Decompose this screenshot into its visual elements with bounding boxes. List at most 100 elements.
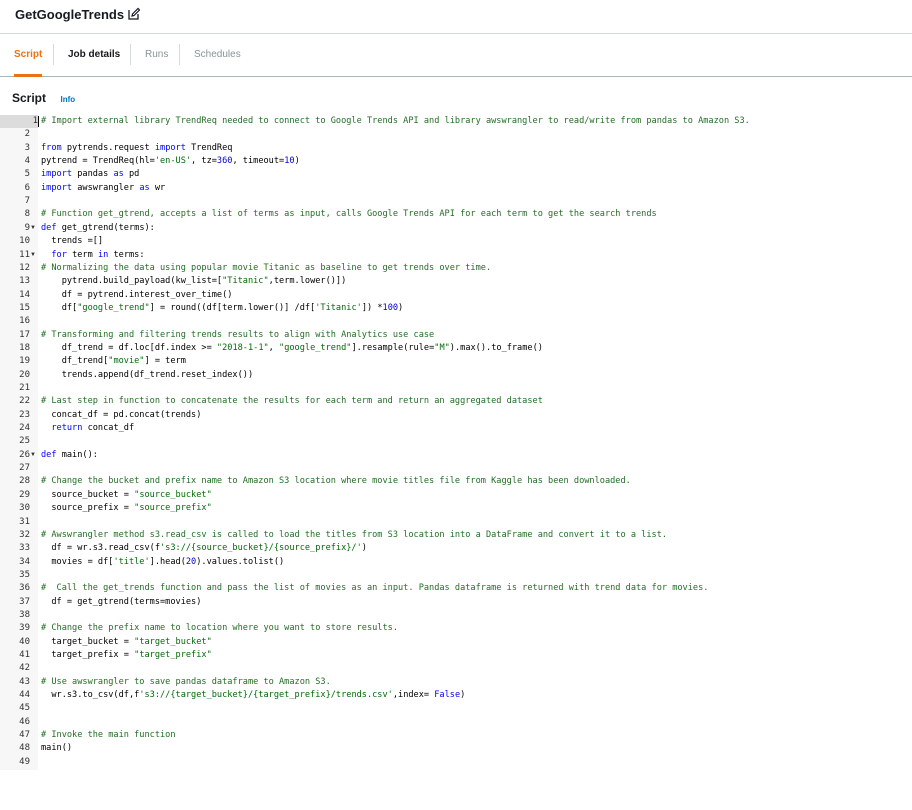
code-text: term: [66, 249, 98, 260]
code-line[interactable]: # Awswrangler method s3.read_csv is call…: [41, 529, 667, 542]
code-line[interactable]: main(): [41, 742, 72, 755]
code-comment: # Use awswrangler to save pandas datafra…: [41, 676, 331, 687]
code-line[interactable]: movies = df['title'].head(20).values.tol…: [41, 556, 284, 569]
code-line[interactable]: import pandas as pd: [41, 168, 139, 181]
fold-toggle-icon[interactable]: ▼: [30, 249, 36, 262]
code-line[interactable]: # Normalizing the data using popular mov…: [41, 262, 491, 275]
code-line[interactable]: df_trend["movie"] = term: [41, 355, 186, 368]
tab-schedules[interactable]: Schedules: [194, 34, 241, 76]
line-number: 22: [19, 396, 30, 407]
code-line[interactable]: wr.s3.to_csv(df,f's3://{target_bucket}/{…: [41, 689, 465, 702]
tab-divider: [179, 44, 180, 65]
code-comment: # Transforming and filtering trends resu…: [41, 329, 435, 340]
code-line[interactable]: trends =[]: [41, 235, 103, 248]
edit-icon[interactable]: [128, 7, 140, 20]
code-comment: # Invoke the main function: [41, 730, 176, 741]
code-line[interactable]: source_bucket = "source_bucket": [41, 489, 211, 502]
code-line[interactable]: df = wr.s3.read_csv(f's3://{source_bucke…: [41, 542, 367, 555]
code-text: pytrend.build_payload(kw_list=[: [41, 276, 223, 287]
code-text: ].head(: [149, 556, 186, 567]
code-line[interactable]: target_prefix = "target_prefix": [41, 649, 212, 662]
line-number: 25: [19, 436, 30, 447]
code-text: df[: [41, 302, 78, 313]
code-line[interactable]: # Function get_gtrend, accepts a list of…: [41, 208, 657, 221]
code-text: pandas: [72, 169, 114, 180]
fold-toggle-icon[interactable]: ▼: [30, 222, 36, 235]
line-number: 15: [19, 302, 30, 313]
code-line[interactable]: # Invoke the main function: [41, 729, 176, 742]
tab-runs[interactable]: Runs: [145, 34, 168, 76]
code-line[interactable]: def main():: [41, 449, 98, 462]
code-text: ): [398, 302, 404, 313]
code-line[interactable]: return concat_df: [41, 422, 134, 435]
code-text: TrendReq: [185, 142, 233, 153]
code-text: ).max().to_frame(): [449, 342, 543, 353]
code-line[interactable]: trends.append(df_trend.reset_index()): [41, 369, 253, 382]
code-line[interactable]: # Use awswrangler to save pandas datafra…: [41, 676, 331, 689]
line-number: 2: [24, 129, 30, 140]
line-number-gutter: 1 2 3 4 5 6 7 8 9 ▼ 10 11 ▼ 12 13 14 15 16 17 18 19 20 21 22 23 2…: [0, 115, 38, 770]
code-text: ): [361, 543, 367, 554]
line-number: 45: [19, 703, 30, 714]
line-number: 33: [19, 543, 30, 554]
line-number: 26: [19, 449, 30, 460]
tab-job-details[interactable]: Job details: [68, 34, 120, 76]
code-number: 10: [284, 156, 295, 167]
code-keyword: import: [41, 169, 73, 180]
code-line[interactable]: # Call the get_trends function and pass …: [41, 582, 708, 595]
code-line[interactable]: df["google_trend"] = round((df[term.lowe…: [41, 302, 404, 315]
code-text: ).values.tolist(): [196, 556, 285, 567]
code-line[interactable]: for term in terms:: [41, 249, 145, 262]
code-text: df_trend[: [41, 356, 109, 367]
code-line[interactable]: df = get_gtrend(terms=movies): [41, 596, 201, 609]
code-comment: # Normalizing the data using popular mov…: [41, 262, 492, 273]
line-number: 49: [19, 756, 30, 767]
code-text: , tz=: [191, 156, 217, 167]
code-line[interactable]: # Change the bucket and prefix name to A…: [41, 475, 631, 488]
line-number: 4: [24, 156, 30, 167]
code-line[interactable]: df_trend = df.loc[df.index >= "2018-1-1"…: [41, 342, 543, 355]
code-line[interactable]: concat_df = pd.concat(trends): [41, 409, 201, 422]
line-number: 34: [19, 556, 30, 567]
code-line[interactable]: df = pytrend.interest_over_time(): [41, 289, 233, 302]
code-text: trends.append(df_trend.reset_index()): [41, 369, 254, 380]
code-line[interactable]: # Change the prefix name to location whe…: [41, 622, 398, 635]
code-line[interactable]: import awswrangler as wr: [41, 182, 165, 195]
code-line[interactable]: def get_gtrend(terms):: [41, 222, 155, 235]
code-string: "2018-1-1": [216, 342, 269, 353]
info-link[interactable]: Info: [60, 95, 75, 104]
job-title: GetGoogleTrends: [15, 7, 125, 22]
fold-toggle-icon[interactable]: ▼: [30, 449, 36, 462]
code-string: "target_prefix": [134, 650, 212, 660]
code-text: df = pytrend.interest_over_time(): [41, 289, 233, 300]
line-number: 18: [19, 342, 30, 353]
code-line[interactable]: target_bucket = "target_bucket": [41, 636, 212, 649]
line-number: 17: [19, 329, 30, 340]
code-line[interactable]: from pytrends.request import TrendReq: [41, 142, 232, 155]
code-comment: # Function get_gtrend, accepts a list of…: [41, 209, 657, 220]
code-string: 'Titanic': [315, 302, 362, 313]
line-number: 43: [19, 676, 30, 687]
line-number: 23: [19, 409, 30, 420]
code-line[interactable]: # Transforming and filtering trends resu…: [41, 329, 434, 342]
code-text: ] = term: [144, 356, 186, 367]
tab-script[interactable]: Script: [14, 34, 43, 77]
code-line[interactable]: # Last step in function to concatenate t…: [41, 395, 543, 408]
code-line[interactable]: source_prefix = "source_prefix": [41, 502, 211, 515]
code-text: wr.s3.to_csv(df,f: [41, 690, 140, 701]
code-string: "google_trend": [77, 302, 150, 313]
code-text: concat_df = pd.concat(trends): [41, 409, 202, 420]
code-string: "google_trend": [279, 342, 352, 353]
code-editor[interactable]: 1 2 3 4 5 6 7 8 9 ▼ 10 11 ▼ 12 13 14 15 16 17 18 19 20 21 22 23 2…: [0, 115, 912, 770]
code-line[interactable]: pytrend = TrendReq(hl='en-US', tz=360, t…: [41, 155, 300, 168]
code-string: "target_bucket": [134, 636, 212, 647]
code-text: terms:: [108, 249, 145, 260]
code-text: trends =[]: [41, 236, 104, 247]
code-line[interactable]: pytrend.build_payload(kw_list=["Titanic"…: [41, 275, 347, 288]
code-keyword: in: [97, 249, 109, 260]
line-number: 12: [19, 262, 30, 273]
line-number: 21: [19, 383, 30, 393]
line-number: 3: [24, 142, 30, 153]
code-line[interactable]: # Import external library TrendReq neede…: [41, 115, 750, 128]
